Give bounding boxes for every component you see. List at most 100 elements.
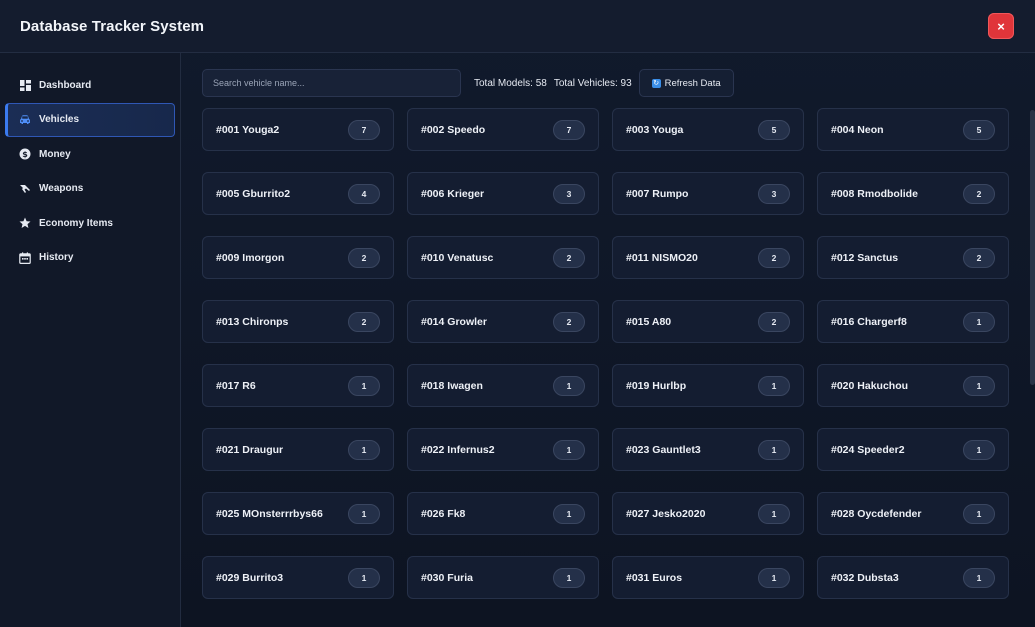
vehicle-card[interactable]: #014 Growler 2 — [407, 300, 599, 343]
vehicle-name: #027 Jesko2020 — [626, 507, 706, 520]
sidebar-item-label: Vehicles — [39, 114, 80, 126]
vehicle-name: #025 MOnsterrrbys66 — [216, 507, 323, 520]
vehicle-name: #006 Krieger — [421, 187, 485, 200]
vehicle-count-badge: 1 — [758, 375, 790, 396]
vehicle-name: #032 Dubsta3 — [831, 571, 899, 584]
vehicle-card[interactable]: #001 Youga2 7 — [202, 108, 394, 151]
sidebar-item-vehicles[interactable]: Vehicles — [5, 102, 175, 137]
vehicle-card[interactable]: #008 Rmodbolide 2 — [817, 172, 1009, 215]
vehicle-card[interactable]: #005 Gburrito2 4 — [202, 172, 394, 215]
sidebar-item-label: Economy Items — [39, 217, 113, 229]
vehicle-name: #007 Rumpo — [626, 187, 689, 200]
vehicle-name: #002 Speedo — [421, 123, 486, 136]
vehicle-card[interactable]: #027 Jesko2020 1 — [612, 492, 804, 535]
vehicle-card[interactable]: #020 Hakuchou 1 — [817, 364, 1009, 407]
vehicle-count-badge: 1 — [553, 567, 585, 588]
vehicle-name: #024 Speeder2 — [831, 443, 905, 456]
vehicle-count-badge: 2 — [348, 247, 380, 268]
vehicle-count-badge: 5 — [758, 119, 790, 140]
vehicle-card[interactable]: #031 Euros 1 — [612, 556, 804, 599]
vehicle-card[interactable]: #004 Neon 5 — [817, 108, 1009, 151]
refresh-data-button[interactable]: ↻ Refresh Data — [638, 69, 734, 97]
vehicle-count-badge: 1 — [348, 375, 380, 396]
vehicle-card[interactable]: #032 Dubsta3 1 — [817, 556, 1009, 599]
refresh-icon: ↻ — [651, 78, 661, 88]
vehicle-card[interactable]: #016 Chargerf8 1 — [817, 300, 1009, 343]
scrollbar-thumb[interactable] — [1030, 110, 1035, 385]
total-models-stat: Total Models: 58 — [474, 77, 547, 89]
vehicle-card[interactable]: #023 Gauntlet3 1 — [612, 428, 804, 471]
vehicle-card[interactable]: #006 Krieger 3 — [407, 172, 599, 215]
sidebar: Dashboard Vehicles $ Money Weapons Econo… — [0, 53, 181, 627]
vehicle-card[interactable]: #030 Furia 1 — [407, 556, 599, 599]
vehicle-count-badge: 1 — [758, 439, 790, 460]
vehicle-count-badge: 3 — [553, 183, 585, 204]
vehicle-count-badge: 1 — [348, 503, 380, 524]
sidebar-item-history[interactable]: History — [5, 241, 175, 275]
vehicle-count-badge: 1 — [963, 375, 995, 396]
refresh-label: Refresh Data — [664, 77, 721, 89]
vehicle-count-badge: 2 — [553, 247, 585, 268]
vehicle-name: #011 NISMO20 — [626, 251, 698, 264]
vehicle-count-badge: 1 — [348, 567, 380, 588]
vehicle-name: #021 Draugur — [216, 443, 284, 456]
vehicle-name: #003 Youga — [626, 123, 684, 136]
vehicle-card[interactable]: #011 NISMO20 2 — [612, 236, 804, 279]
close-button[interactable]: × — [988, 13, 1014, 39]
vehicle-count-badge: 1 — [963, 439, 995, 460]
vehicle-count-badge: 3 — [758, 183, 790, 204]
vehicle-card[interactable]: #013 Chironps 2 — [202, 300, 394, 343]
vehicle-card[interactable]: #010 Venatusc 2 — [407, 236, 599, 279]
total-vehicles-stat: Total Vehicles: 93 — [553, 77, 632, 89]
vehicle-card[interactable]: #026 Fk8 1 — [407, 492, 599, 535]
vehicle-count-badge: 2 — [553, 311, 585, 332]
vehicle-name: #019 Hurlbp — [626, 379, 687, 392]
sidebar-item-label: Weapons — [39, 183, 84, 195]
vehicle-count-badge: 2 — [963, 183, 995, 204]
vehicle-count-badge: 1 — [553, 503, 585, 524]
vehicle-name: #004 Neon — [831, 123, 884, 136]
vehicle-card[interactable]: #024 Speeder2 1 — [817, 428, 1009, 471]
vehicle-card[interactable]: #015 A80 2 — [612, 300, 804, 343]
vehicle-name: #009 Imorgon — [216, 251, 285, 264]
vehicle-card[interactable]: #017 R6 1 — [202, 364, 394, 407]
vehicle-card[interactable]: #022 Infernus2 1 — [407, 428, 599, 471]
vehicle-name: #008 Rmodbolide — [831, 187, 918, 200]
vehicle-count-badge: 1 — [963, 503, 995, 524]
vehicle-name: #017 R6 — [216, 379, 256, 392]
vehicle-name: #001 Youga2 — [216, 123, 280, 136]
vehicle-card[interactable]: #021 Draugur 1 — [202, 428, 394, 471]
vehicle-count-badge: 2 — [758, 311, 790, 332]
vehicle-card[interactable]: #029 Burrito3 1 — [202, 556, 394, 599]
sidebar-item-label: History — [39, 252, 74, 264]
vehicle-card[interactable]: #025 MOnsterrrbys66 1 — [202, 492, 394, 535]
vehicle-name: #020 Hakuchou — [831, 379, 909, 392]
sidebar-item-money[interactable]: $ Money — [5, 137, 175, 171]
vehicle-name: #016 Chargerf8 — [831, 315, 907, 328]
vehicle-count-badge: 2 — [758, 247, 790, 268]
vehicle-name: #005 Gburrito2 — [216, 187, 291, 200]
gun-icon — [19, 183, 31, 195]
car-icon — [19, 114, 31, 126]
vehicle-count-badge: 1 — [348, 439, 380, 460]
sidebar-item-dashboard[interactable]: Dashboard — [5, 68, 175, 102]
vehicle-count-badge: 1 — [758, 567, 790, 588]
vehicle-count-badge: 2 — [963, 247, 995, 268]
vehicle-name: #031 Euros — [626, 571, 683, 584]
search-input[interactable] — [202, 69, 461, 97]
sidebar-item-economy-items[interactable]: Economy Items — [5, 206, 175, 240]
sidebar-item-weapons[interactable]: Weapons — [5, 172, 175, 206]
vehicle-card[interactable]: #019 Hurlbp 1 — [612, 364, 804, 407]
vehicle-card[interactable]: #018 Iwagen 1 — [407, 364, 599, 407]
vehicle-card[interactable]: #003 Youga 5 — [612, 108, 804, 151]
vehicle-grid: #001 Youga2 7 #002 Speedo 7 #003 Youga 5 #004 … — [202, 108, 1010, 599]
vehicle-card[interactable]: #002 Speedo 7 — [407, 108, 599, 151]
vehicle-card[interactable]: #009 Imorgon 2 — [202, 236, 394, 279]
toolbar: Total Models: 58 Total Vehicles: 93 ↻ Re… — [202, 69, 734, 97]
dashboard-icon — [19, 79, 31, 91]
vehicle-card[interactable]: #007 Rumpo 3 — [612, 172, 804, 215]
vehicle-card[interactable]: #012 Sanctus 2 — [817, 236, 1009, 279]
vehicle-count-badge: 7 — [553, 119, 585, 140]
vehicle-name: #014 Growler — [421, 315, 487, 328]
vehicle-card[interactable]: #028 Oycdefender 1 — [817, 492, 1009, 535]
